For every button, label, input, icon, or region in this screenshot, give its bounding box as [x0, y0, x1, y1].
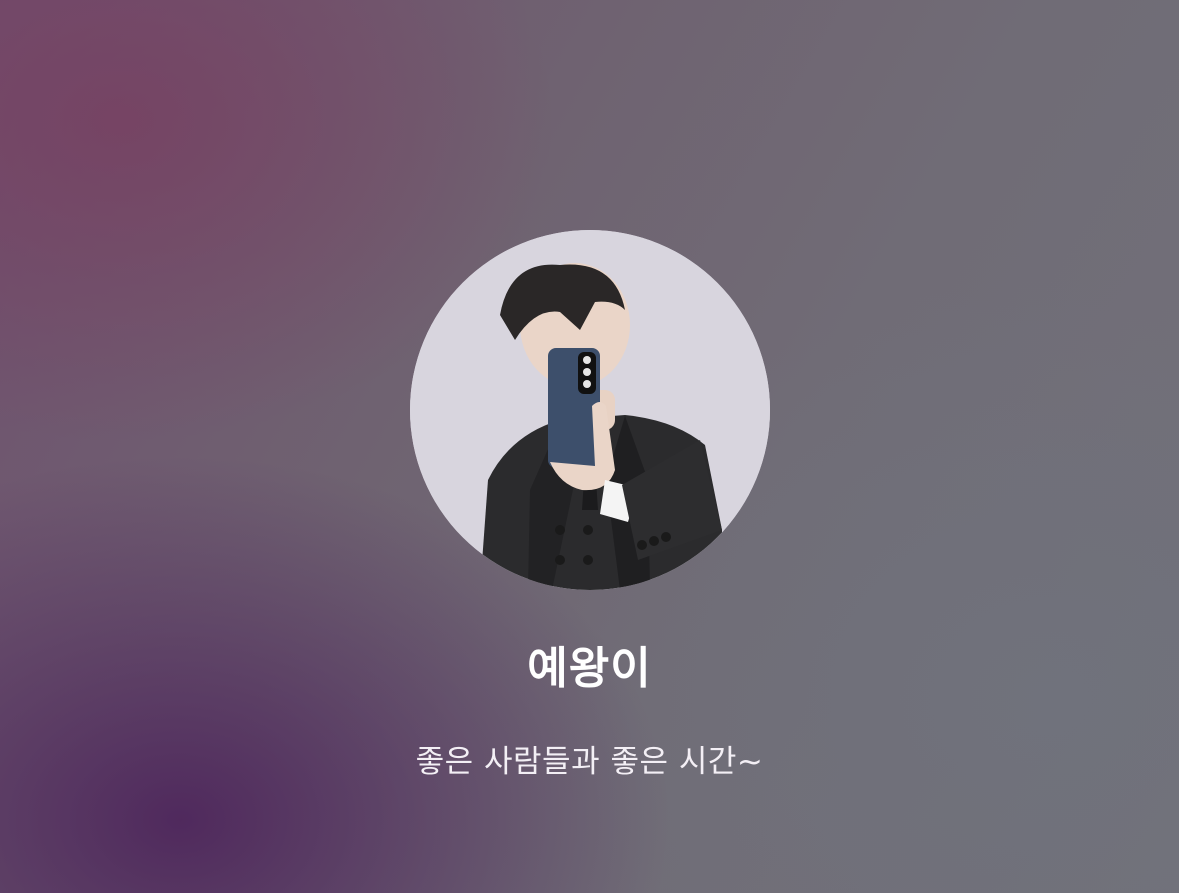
profile-status-message: 좋은 사람들과 좋은 시간~ — [415, 744, 764, 780]
profile-view: 예왕이 좋은 사람들과 좋은 시간~ — [0, 0, 1179, 893]
avatar-photo-icon — [410, 230, 770, 590]
profile-name[interactable]: 예왕이 — [0, 632, 1179, 696]
profile-avatar[interactable] — [410, 230, 770, 590]
